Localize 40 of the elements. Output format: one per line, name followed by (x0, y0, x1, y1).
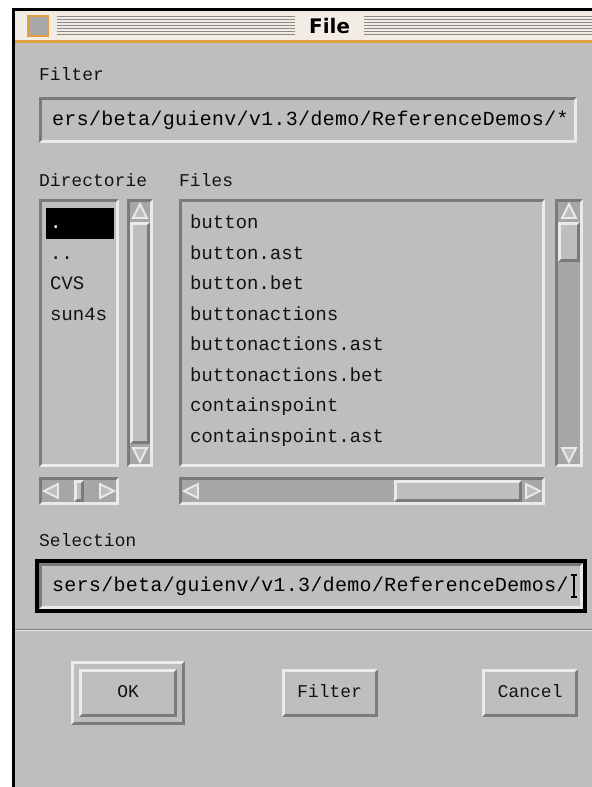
directory-item[interactable]: .. (46, 238, 77, 269)
left-arrow-icon[interactable] (42, 482, 60, 500)
down-arrow-icon[interactable] (131, 446, 149, 464)
scroll-thumb[interactable] (74, 480, 84, 502)
file-item[interactable]: button.ast (186, 238, 308, 269)
text-cursor-icon (570, 574, 578, 598)
directories-label: Directorie (39, 171, 148, 193)
dialog-button[interactable]: Filter (282, 669, 378, 717)
scroll-thumb[interactable] (130, 222, 150, 444)
left-arrow-icon[interactable] (182, 482, 200, 500)
dialog-button[interactable]: OK (79, 669, 177, 717)
window-title: File (308, 14, 351, 38)
selection-label: Selection (39, 531, 138, 553)
horizontal-scrollbar[interactable] (179, 477, 545, 505)
file-item[interactable]: button.bet (186, 269, 308, 300)
down-arrow-icon[interactable] (560, 446, 578, 464)
filter-label: Filter (39, 65, 105, 87)
file-item[interactable]: containspoint (186, 391, 342, 422)
file-item[interactable]: buttonactions.ast (186, 330, 388, 360)
file-item[interactable]: containspoint.ast (186, 422, 388, 452)
vertical-scrollbar[interactable] (555, 199, 583, 467)
close-box-icon[interactable] (27, 14, 49, 36)
dialog-button[interactable]: Cancel (482, 669, 578, 717)
directory-item[interactable]: CVS (46, 269, 88, 300)
up-arrow-icon[interactable] (560, 202, 578, 220)
horizontal-scrollbar[interactable] (39, 477, 119, 505)
up-arrow-icon[interactable] (131, 202, 149, 220)
title-stripes[interactable] (364, 16, 592, 36)
directory-item[interactable]: sun4s (46, 300, 112, 330)
filter-field[interactable]: ers/beta/guienv/v1.3/demo/ReferenceDemos/* (39, 97, 577, 143)
file-item[interactable]: buttonactions.bet (186, 360, 388, 391)
file-item[interactable]: buttonactions (186, 300, 342, 330)
directory-item[interactable]: . (46, 208, 114, 238)
right-arrow-icon[interactable] (98, 482, 116, 500)
right-arrow-icon[interactable] (524, 482, 542, 500)
scroll-thumb[interactable] (394, 480, 522, 502)
files-label: Files (179, 171, 234, 193)
file-item[interactable]: button (186, 208, 262, 238)
scroll-thumb[interactable] (558, 222, 580, 262)
vertical-scrollbar[interactable] (127, 199, 153, 467)
